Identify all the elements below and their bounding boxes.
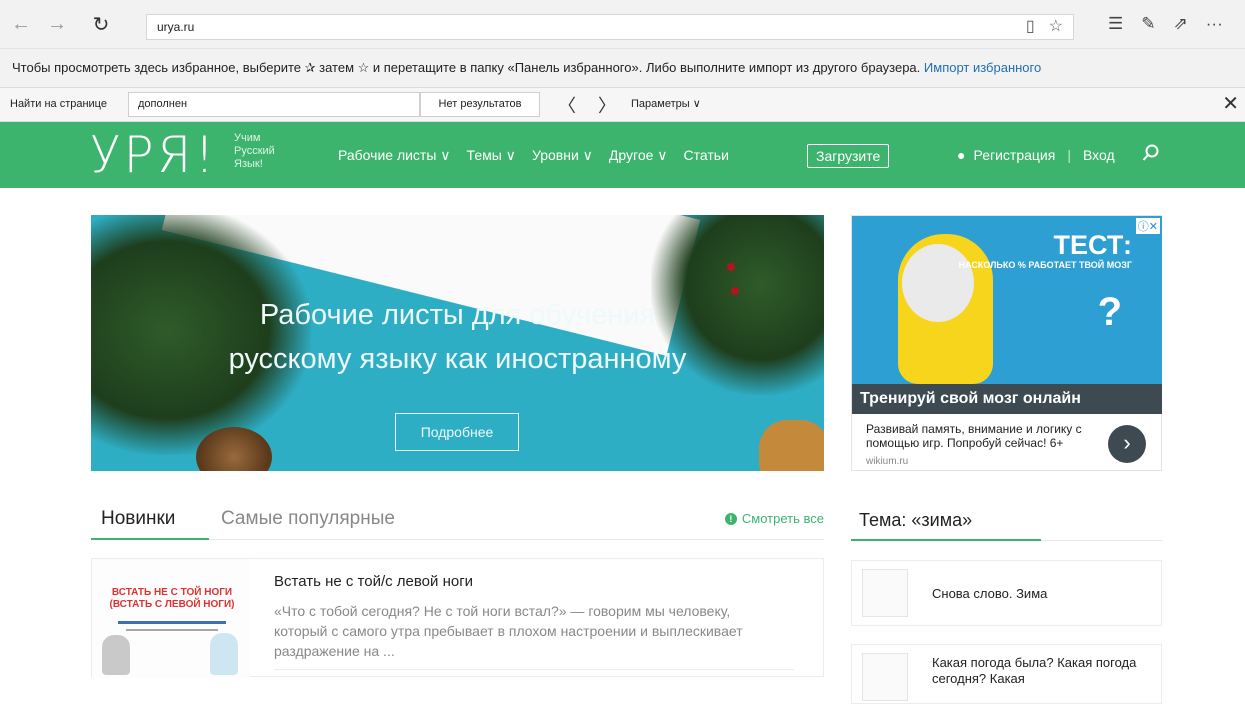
ad-headline: ТЕСТ: (1053, 230, 1132, 260)
import-favorites-link[interactable]: Импорт избранного (924, 60, 1041, 75)
ad-domain: wikium.ru (866, 456, 909, 467)
topic-thumbnail (862, 653, 908, 701)
topic-thumbnail (862, 569, 908, 617)
article-card[interactable]: ВСТАТЬ НЕ С ТОЙ НОГИ (ВСТАТЬ С ЛЕВОЙ НОГ… (91, 558, 824, 678)
site-logo[interactable]: УРЯ! (90, 128, 217, 182)
ad-banner[interactable]: ТЕСТ: НАСКОЛЬКО % РАБОТАЕТ ТВОЙ МОЗГ ? ⓘ… (851, 215, 1162, 471)
find-label: Найти на странице (10, 98, 107, 110)
close-icon[interactable]: ✕ (1222, 91, 1239, 116)
hero-title: Рабочие листы для обучения русскому язык… (228, 299, 687, 375)
auth-links: ● Регистрация | Вход (957, 122, 1115, 188)
ad-subline: НАСКОЛЬКО % РАБОТАЕТ ТВОЙ МОЗГ (958, 260, 1132, 270)
thumbnail-person (210, 633, 238, 675)
topic-underline (851, 539, 1041, 541)
browser-toolbar: ← → ↻ urya.ru ▯ ☆ ☰ ✎ ⇗ ··· (0, 0, 1245, 48)
favorites-bar-text: Чтобы просмотреть здесь избранное, выбер… (12, 60, 921, 75)
see-all-link[interactable]: ! Смотреть все (724, 511, 824, 526)
tab-active-indicator (91, 538, 209, 540)
user-icon: ● (957, 147, 966, 163)
thumbnail-person (102, 635, 130, 675)
web-note-icon[interactable]: ✎ (1141, 14, 1155, 34)
nav-articles[interactable]: Статьи (684, 147, 729, 163)
refresh-icon[interactable]: ↻ (88, 11, 114, 37)
auth-separator: | (1067, 147, 1071, 163)
article-thumbnail[interactable]: ВСТАТЬ НЕ С ТОЙ НОГИ (ВСТАТЬ С ЛЕВОЙ НОГ… (92, 559, 250, 678)
find-on-page-bar: Найти на странице дополнен Нет результат… (0, 87, 1245, 122)
ad-character-head (902, 244, 974, 322)
ad-text: Развивай память, внимание и логику с пом… (866, 422, 1082, 450)
topic-item[interactable]: Какая погода была? Какая погода сегодня?… (851, 644, 1162, 704)
login-link[interactable]: Вход (1083, 147, 1115, 163)
ad-image: ТЕСТ: НАСКОЛЬКО % РАБОТАЕТ ТВОЙ МОЗГ ? ⓘ… (852, 216, 1162, 384)
thumbnail-title: ВСТАТЬ НЕ С ТОЙ НОГИ (ВСТАТЬ С ЛЕВОЙ НОГ… (109, 587, 235, 610)
find-result-status: Нет результатов (420, 92, 540, 117)
find-input[interactable]: дополнен (128, 92, 420, 117)
url-text: urya.ru (157, 20, 195, 34)
topic-item-label: Снова слово. Зима (932, 586, 1048, 601)
ad-question-mark: ? (1097, 290, 1122, 334)
back-arrow-icon[interactable]: ← (8, 11, 34, 37)
more-menu-icon[interactable]: ··· (1206, 14, 1223, 34)
reading-view-icon[interactable]: ▯ (1026, 15, 1035, 39)
see-all-label: Смотреть все (741, 511, 824, 526)
register-link[interactable]: Регистрация (973, 147, 1055, 163)
hero-more-button[interactable]: Подробнее (395, 413, 519, 451)
topic-title: Тема: «зима» (859, 510, 973, 530)
site-header: УРЯ! Учим Русский Язык! Рабочие листы ∨ … (0, 122, 1245, 188)
thumbnail-text-line (118, 621, 226, 624)
find-next-icon[interactable]: 〉 (598, 92, 616, 118)
find-previous-icon[interactable]: 〈 (558, 92, 576, 118)
nav-other[interactable]: Другое ∨ (609, 147, 668, 164)
tab-popular[interactable]: Самые популярные (221, 508, 395, 530)
content-tabs: Новинки Самые популярные ! Смотреть все (91, 500, 824, 540)
search-icon[interactable] (1142, 144, 1160, 162)
nav-worksheets[interactable]: Рабочие листы ∨ (338, 147, 451, 164)
thumbnail-text-line (126, 629, 218, 631)
topic-item[interactable]: Снова слово. Зима (851, 560, 1162, 626)
hero-cookie (759, 420, 824, 471)
forward-arrow-icon[interactable]: → (44, 11, 70, 37)
topic-item-label: Какая погода была? Какая погода сегодня?… (932, 655, 1137, 686)
hero-banner: Рабочие листы для обучения русскому язык… (91, 215, 824, 471)
ad-arrow-icon[interactable]: › (1108, 425, 1146, 463)
card-divider (274, 669, 794, 670)
upload-button[interactable]: Загрузите (807, 144, 890, 168)
article-excerpt: «Что с тобой сегодня? Не с той ноги вста… (274, 603, 743, 659)
hero-berry (727, 263, 735, 271)
favorites-hub-icon[interactable]: ☰ (1108, 14, 1123, 34)
address-bar[interactable]: urya.ru ▯ ☆ (146, 14, 1074, 40)
tab-new[interactable]: Новинки (101, 508, 175, 530)
find-options-button[interactable]: Параметры ∨ (631, 88, 701, 121)
article-title[interactable]: Встать не с той/с левой ноги (274, 573, 473, 590)
nav-topics[interactable]: Темы ∨ (467, 147, 516, 164)
site-tagline: Учим Русский Язык! (234, 132, 275, 170)
favorite-star-icon[interactable]: ☆ (1049, 15, 1063, 39)
ad-title: Тренируй свой мозг онлайн (852, 384, 1162, 414)
main-nav: Рабочие листы ∨ Темы ∨ Уровни ∨ Другое ∨… (338, 122, 729, 188)
share-icon[interactable]: ⇗ (1174, 14, 1188, 34)
nav-levels[interactable]: Уровни ∨ (532, 147, 593, 164)
favorites-bar: Чтобы просмотреть здесь избранное, выбер… (0, 48, 1245, 87)
ad-close-icon[interactable]: ⓘ✕ (1135, 218, 1160, 234)
info-icon: ! (724, 512, 737, 525)
